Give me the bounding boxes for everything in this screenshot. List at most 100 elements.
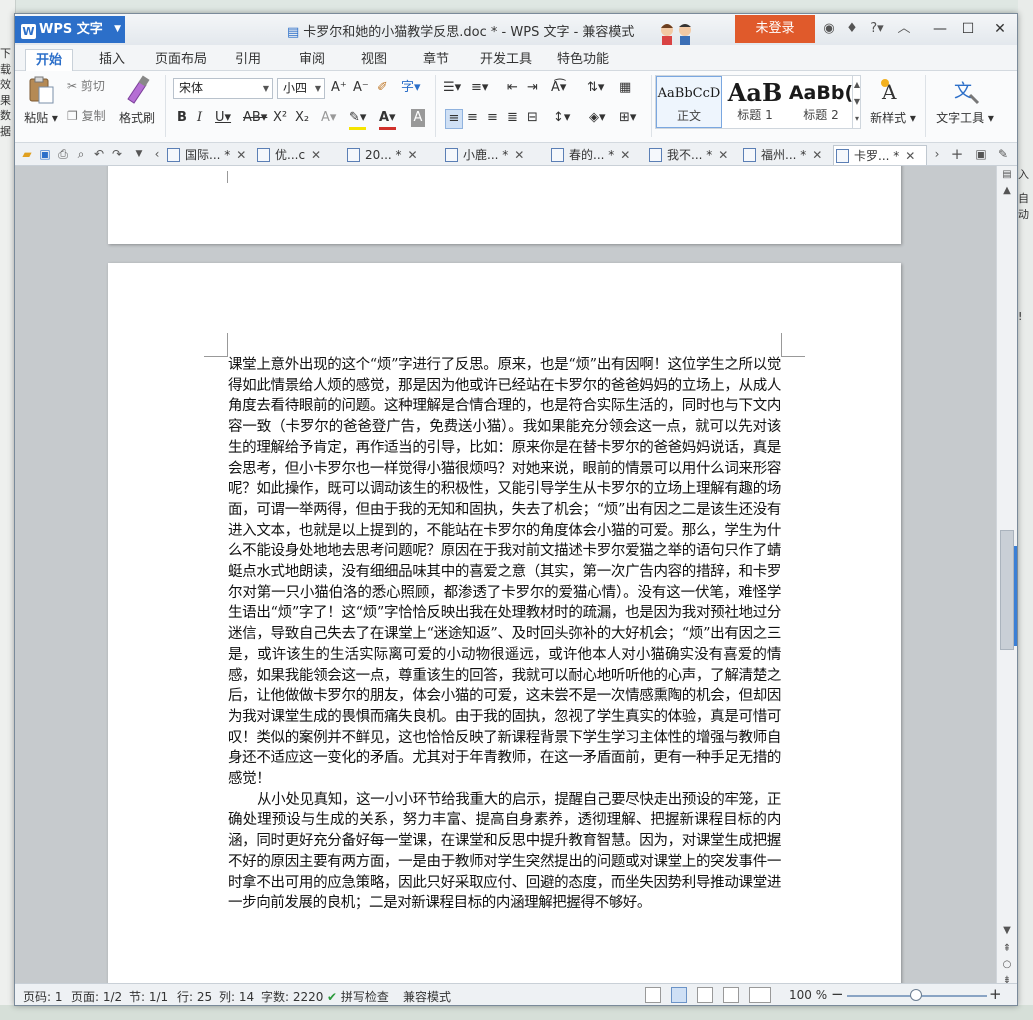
style-gallery-scroll[interactable]: ▲ ▼ ▾ [852,76,861,128]
tab-developer[interactable]: 开发工具 [477,49,535,71]
status-word-count[interactable]: 字数: 2220 [261,988,323,1005]
text-direction-icon[interactable]: A͡▾ [551,79,566,97]
web-view-icon[interactable] [723,987,739,1003]
text-tools-button[interactable]: 文 文字工具 ▾ [933,75,997,126]
justify-icon[interactable]: ≣ [507,109,518,127]
scroll-down-icon[interactable]: ▼ [1000,924,1014,938]
close-tab-icon[interactable]: ✕ [311,148,321,162]
tab-options-icon[interactable]: ✎ [995,146,1011,162]
document-canvas[interactable]: 课堂上意外出现的这个“烦”字进行了反思。原来，也是“烦”出有因啊！这位学生之所以… [15,166,996,983]
char-shading-icon[interactable]: A [411,109,425,127]
scroll-up-icon[interactable]: ▲ [1000,184,1014,198]
doc-tab[interactable]: 国际... * ✕ [165,145,255,165]
doc-tab[interactable]: 20... * ✕ [345,145,437,165]
vertical-scrollbar[interactable]: ▤ ▲ ▼ ⇞ ○ ⇟ [996,166,1017,986]
sort-icon[interactable]: ⇅▾ [587,79,604,97]
close-tab-icon[interactable]: ✕ [620,148,630,162]
close-tab-icon[interactable]: ✕ [718,148,728,162]
scroll-tabs-right-icon[interactable]: › [929,146,945,162]
doc-tab[interactable]: 春的... * ✕ [549,145,645,165]
style-normal[interactable]: AaBbCcD 正文 [656,76,722,128]
grow-font-icon[interactable]: A⁺ [331,79,347,97]
italic-icon[interactable]: I [197,109,202,127]
align-center-icon[interactable]: ≡ [467,109,478,127]
text-effect-icon[interactable]: A▾ [321,109,336,127]
bullet-list-icon[interactable]: ☰▾ [443,79,461,97]
zoom-slider-knob[interactable] [910,989,922,1001]
login-button[interactable]: 未登录 [735,15,815,43]
maximize-button[interactable]: ☐ [955,18,981,40]
skin-icon[interactable]: ◉ [820,20,838,38]
strikethrough-icon[interactable]: AB▾ [243,109,267,127]
distribute-icon[interactable]: ⊟ [527,109,538,127]
select-browse-icon[interactable]: ○ [1000,958,1014,972]
tab-special-features[interactable]: 特色功能 [553,49,613,71]
doc-tab-active[interactable]: 卡罗... * ✕ [833,145,927,165]
zoom-in-icon[interactable]: + [989,985,1002,1003]
scroll-tabs-left-icon[interactable]: ‹ [149,146,165,162]
close-button[interactable]: ✕ [987,18,1013,40]
subscript-icon[interactable]: X₂ [295,109,309,127]
font-name-select[interactable]: 宋体 ▼ [173,78,273,99]
cut-button[interactable]: ✂ 剪切 [67,77,105,94]
document-body[interactable]: 课堂上意外出现的这个“烦”字进行了反思。原来，也是“烦”出有因啊！这位学生之所以… [228,355,781,914]
undo-icon[interactable]: ↶ [91,146,107,162]
doc-tab[interactable]: 福州... * ✕ [741,145,833,165]
style-heading1[interactable]: AaB 标题 1 [722,76,788,128]
align-right-icon[interactable]: ≡ [487,109,498,127]
copy-button[interactable]: ❐ 复制 [67,107,106,124]
prev-page-icon[interactable]: ⇞ [1000,942,1014,956]
close-tab-icon[interactable]: ✕ [408,148,418,162]
collapse-ribbon-icon[interactable]: ︿ [895,20,913,38]
print-icon[interactable]: ⎙ [55,146,71,162]
tab-page-layout[interactable]: 页面布局 [151,49,211,71]
style-heading2[interactable]: AaBb( 标题 2 [788,76,854,128]
format-painter-button[interactable]: 格式刷 [115,75,159,126]
new-tab-icon[interactable]: + [949,146,965,162]
doc-tab[interactable]: 小鹿... * ✕ [443,145,547,165]
shading-icon[interactable]: ◈▾ [589,109,606,127]
outline-view-icon[interactable] [697,987,713,1003]
app-menu-button[interactable]: W WPS 文字 ▼ [15,16,125,43]
tab-home[interactable]: 开始 [25,49,73,72]
tab-references[interactable]: 引用 [231,49,265,71]
font-size-select[interactable]: 小四 ▼ [277,78,325,99]
split-view-icon[interactable]: ▤ [1000,168,1014,182]
reading-view-icon[interactable] [749,987,771,1003]
close-tab-icon[interactable]: ✕ [236,148,246,162]
doc-tab[interactable]: 我不... * ✕ [647,145,741,165]
border-icon[interactable]: ⊞▾ [619,109,636,127]
shirt-icon[interactable]: ♦ [843,20,861,38]
decrease-indent-icon[interactable]: ⇤ [507,79,518,97]
scroll-thumb[interactable] [1000,530,1014,650]
full-screen-icon[interactable] [645,987,661,1003]
customize-toolbar-icon[interactable]: ▼ [131,146,147,162]
align-left-icon[interactable]: ≡ [445,109,463,129]
spell-check-toggle[interactable]: ✔ 拼写检查 [327,988,389,1005]
redo-icon[interactable]: ↷ [109,146,125,162]
open-folder-icon[interactable]: ▰ [19,146,35,162]
superscript-icon[interactable]: X² [273,109,287,127]
underline-icon[interactable]: U▾ [215,109,231,127]
clear-format-icon[interactable]: ✐ [377,79,388,97]
minimize-button[interactable]: — [927,18,953,40]
shrink-font-icon[interactable]: A⁻ [353,79,369,97]
font-color-icon[interactable]: A▾ [379,109,396,130]
zoom-out-icon[interactable]: − [831,985,844,1003]
new-style-button[interactable]: A 新样式 ▾ [867,75,919,126]
numbered-list-icon[interactable]: ≡▾ [471,79,488,97]
close-tab-icon[interactable]: ✕ [812,148,822,162]
tab-chapter[interactable]: 章节 [419,49,453,71]
bold-icon[interactable]: B [177,109,187,127]
tab-review[interactable]: 审阅 [295,49,329,71]
zoom-level[interactable]: 100 % [789,988,827,1002]
paste-button[interactable]: 粘贴 ▾ [21,75,61,126]
tab-insert[interactable]: 插入 [95,49,129,71]
page-view-icon[interactable] [671,987,687,1003]
page-current[interactable]: 课堂上意外出现的这个“烦”字进行了反思。原来，也是“烦”出有因啊！这位学生之所以… [108,263,901,983]
print-preview-icon[interactable]: ⌕ [73,146,89,162]
line-spacing-icon[interactable]: ↕▾ [553,109,570,127]
highlight-icon[interactable]: ✎▾ [349,109,367,130]
save-icon[interactable]: ▣ [37,146,53,162]
phonetic-icon[interactable]: 字▾ [401,79,421,97]
